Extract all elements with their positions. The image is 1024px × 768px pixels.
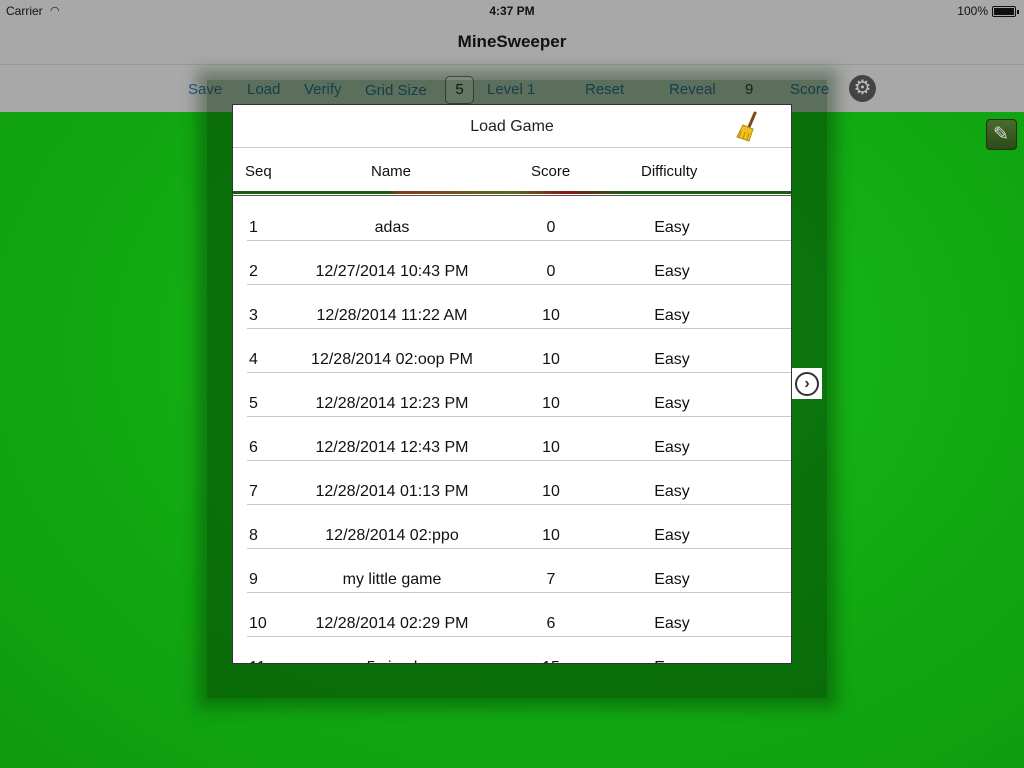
column-header-difficulty: Difficulty (641, 163, 698, 180)
row-name: 12/28/2014 02:29 PM (315, 615, 469, 632)
status-bar: Carrier ◠ 4:37 PM 100% (0, 0, 1024, 22)
saved-games-table[interactable]: 1 adas 0 Easy 2 12/27/2014 10:43 PM 0 Easy 3 12/2… (233, 195, 791, 663)
row-difficulty: Easy (654, 219, 690, 236)
row-seq: 7 (249, 483, 258, 500)
app-title: MineSweeper (457, 32, 567, 51)
row-score: 7 (546, 571, 556, 588)
row-divider (247, 416, 791, 417)
row-divider (247, 548, 791, 549)
load-game-dialog: Load Game Seq Name Score Difficulty 1 ada… (232, 104, 792, 664)
row-seq: 8 (249, 527, 258, 544)
row-seq: 11 (249, 659, 289, 663)
title-divider (233, 147, 791, 148)
row-difficulty: Easy (654, 307, 690, 324)
table-row[interactable]: 115 sized 15 Easy (233, 638, 791, 663)
row-score: 0 (546, 263, 556, 280)
row-seq: 5 (249, 395, 258, 412)
next-page-button[interactable]: › (792, 368, 822, 399)
chevron-right-circle-icon: › (795, 372, 819, 396)
table-row[interactable]: 2 12/27/2014 10:43 PM 0 Easy (233, 242, 791, 286)
row-score: 10 (542, 307, 560, 324)
row-score: 10 (542, 351, 560, 368)
table-row[interactable]: 5 12/28/2014 12:23 PM 10 Easy (233, 374, 791, 418)
table-row[interactable]: 10 12/28/2014 02:29 PM 6 Easy (233, 594, 791, 638)
table-row[interactable]: 1 adas 0 Easy (233, 198, 791, 242)
gear-icon[interactable]: ⚙ (849, 75, 876, 102)
table-row[interactable]: 9 my little game 7 Easy (233, 550, 791, 594)
paintbrush-button[interactable]: ✎ (986, 119, 1017, 150)
row-divider (247, 372, 791, 373)
column-header-seq: Seq (245, 163, 272, 180)
row-seq: 3 (249, 307, 258, 324)
row-name: 12/28/2014 12:43 PM (315, 439, 469, 456)
table-row[interactable]: 4 12/28/2014 02:oop PM 10 Easy (233, 330, 791, 374)
row-score: 6 (546, 615, 556, 632)
row-name: 12/28/2014 01:13 PM (315, 483, 469, 500)
row-divider (247, 636, 791, 637)
header-divider (233, 191, 791, 194)
dialog-title: Load Game (470, 118, 554, 135)
row-difficulty: Easy (654, 571, 690, 588)
row-difficulty: Easy (654, 395, 690, 412)
row-divider (247, 284, 791, 285)
row-seq: 6 (249, 439, 258, 456)
row-name: 5 sized (292, 659, 492, 663)
row-name: adas (374, 219, 410, 236)
row-difficulty: Easy (622, 659, 722, 663)
row-seq: 2 (249, 263, 258, 280)
row-difficulty: Easy (654, 439, 690, 456)
row-score: 15 (521, 659, 581, 663)
row-score: 10 (542, 527, 560, 544)
row-seq: 10 (249, 615, 267, 632)
battery-icon (992, 6, 1019, 17)
row-divider (247, 240, 791, 241)
nav-divider (0, 64, 1024, 65)
row-difficulty: Easy (654, 527, 690, 544)
table-row[interactable]: 3 12/28/2014 11:22 AM 10 Easy (233, 286, 791, 330)
row-seq: 9 (249, 571, 258, 588)
battery-percent: 100% (957, 4, 988, 18)
row-difficulty: Easy (654, 483, 690, 500)
row-name: 12/28/2014 02:ppo (325, 527, 459, 544)
row-name: 12/28/2014 02:oop PM (311, 351, 473, 368)
row-name: 12/28/2014 11:22 AM (316, 307, 468, 324)
paintbrush-icon: ✎ (993, 124, 1009, 145)
table-row[interactable]: 6 12/28/2014 12:43 PM 10 Easy (233, 418, 791, 462)
table-row[interactable]: 7 12/28/2014 01:13 PM 10 Easy (233, 462, 791, 506)
row-name: my little game (342, 571, 442, 588)
row-divider (247, 592, 791, 593)
row-difficulty: Easy (654, 615, 690, 632)
broom-icon[interactable] (733, 111, 763, 143)
row-difficulty: Easy (654, 263, 690, 280)
status-time: 4:37 PM (489, 4, 535, 18)
table-row[interactable]: 8 12/28/2014 02:ppo 10 Easy (233, 506, 791, 550)
row-score: 0 (546, 219, 556, 236)
row-score: 10 (542, 483, 560, 500)
row-difficulty: Easy (654, 351, 690, 368)
row-name: 12/27/2014 10:43 PM (315, 263, 469, 280)
row-seq: 4 (249, 351, 258, 368)
row-score: 10 (542, 395, 560, 412)
row-divider (247, 328, 791, 329)
row-divider (247, 504, 791, 505)
row-seq: 1 (249, 219, 258, 236)
column-header-name: Name (371, 163, 412, 180)
row-score: 10 (542, 439, 560, 456)
column-header-score: Score (531, 163, 571, 180)
row-divider (247, 460, 791, 461)
row-name: 12/28/2014 12:23 PM (315, 395, 469, 412)
